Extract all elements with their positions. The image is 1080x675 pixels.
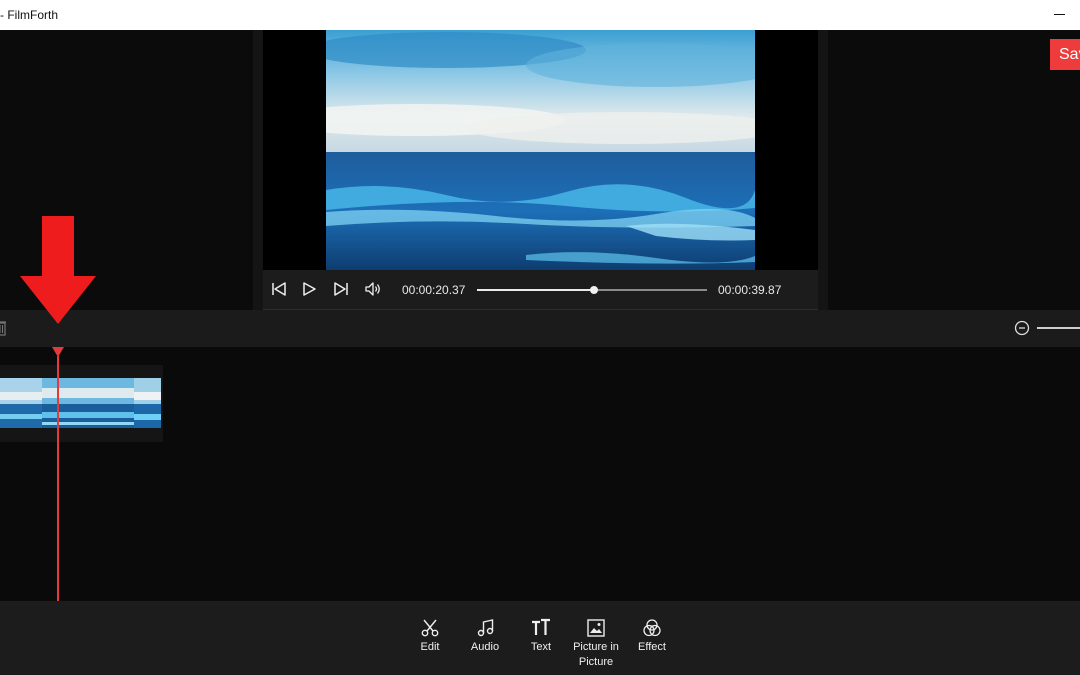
text-tool-button[interactable]: Text xyxy=(521,618,561,655)
window-title: - FilmForth xyxy=(0,8,58,22)
ocean-video-frame xyxy=(326,30,755,270)
clip-thumbnail xyxy=(134,378,161,428)
skip-back-icon[interactable] xyxy=(270,280,288,298)
timeline-toolbar xyxy=(0,310,1080,347)
clip-thumbnail xyxy=(42,378,134,428)
tool-label: Picture in Picture xyxy=(573,641,619,668)
minimize-button[interactable] xyxy=(1050,2,1072,24)
play-icon[interactable] xyxy=(300,280,318,298)
tool-label: Audio xyxy=(470,641,500,653)
save-button[interactable]: Save xyxy=(1050,39,1080,70)
playhead-handle[interactable] xyxy=(52,347,64,357)
title-bar: - FilmForth xyxy=(0,0,1080,30)
picture-in-picture-tool-button[interactable]: Picture in Picture xyxy=(570,618,622,670)
clip-thumbnail xyxy=(0,378,42,428)
effect-tool-button[interactable]: Effect xyxy=(632,618,672,655)
scissors-icon xyxy=(421,619,439,637)
text-icon xyxy=(532,618,550,635)
playhead[interactable] xyxy=(57,356,59,601)
current-time: 00:00:20.37 xyxy=(402,283,466,297)
seek-bar[interactable] xyxy=(477,286,707,294)
music-note-icon xyxy=(477,619,494,637)
image-icon xyxy=(587,619,605,637)
right-panel xyxy=(828,30,1080,310)
red-arrow-annotation xyxy=(20,216,96,324)
skip-forward-icon[interactable] xyxy=(332,280,350,298)
volume-icon[interactable] xyxy=(364,280,382,298)
tool-label: Edit xyxy=(420,641,440,653)
zoom-slider[interactable] xyxy=(1037,327,1080,329)
effect-circles-icon xyxy=(643,619,661,637)
audio-tool-button[interactable]: Audio xyxy=(465,618,505,655)
video-frame xyxy=(326,30,755,270)
seek-progress xyxy=(477,289,595,291)
zoom-out-icon[interactable] xyxy=(1014,320,1030,336)
tool-label: Effect xyxy=(638,641,666,653)
edit-tool-button[interactable]: Edit xyxy=(410,618,450,655)
total-time: 00:00:39.87 xyxy=(718,283,782,297)
tool-label: Text xyxy=(530,641,552,653)
trash-icon[interactable] xyxy=(0,320,6,336)
video-clip[interactable] xyxy=(0,365,163,442)
